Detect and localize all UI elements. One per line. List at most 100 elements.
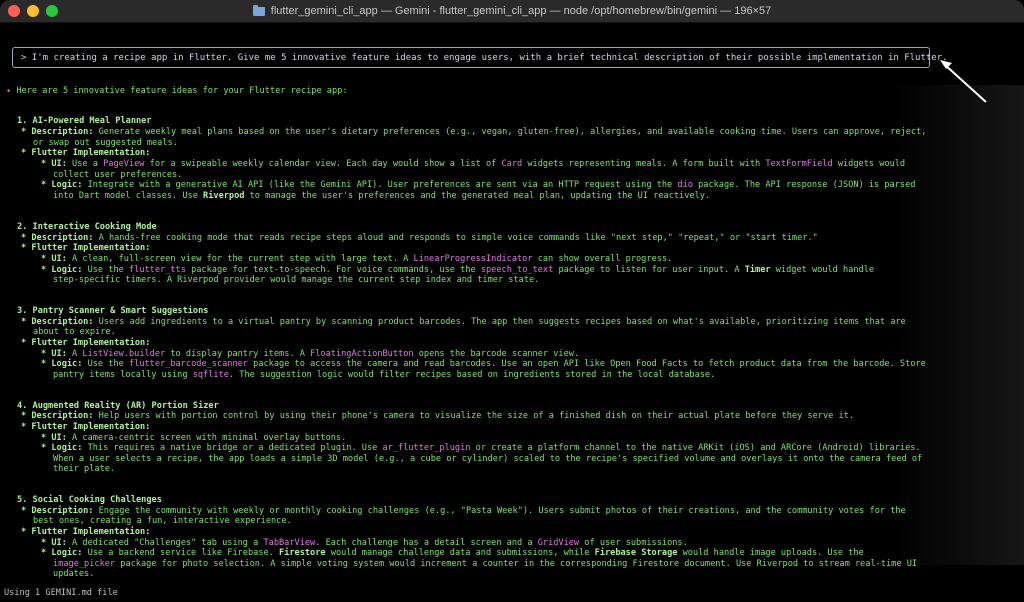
text-span: A dedicated "Challenges" tab using a: [66, 538, 264, 548]
text-span: to display pantry items. A: [165, 349, 311, 359]
logic-label: * Logic:: [41, 548, 83, 558]
folder-icon: [252, 4, 265, 16]
text-span: widgets representing meals. A form built…: [522, 159, 766, 169]
code-span: LinearProgressIndicator: [413, 254, 533, 264]
code-span: PageView: [103, 159, 145, 169]
bold-span: Riverpod: [203, 191, 245, 201]
logic-line: * Logic: This requires a native bridge o…: [41, 443, 921, 453]
code-span: sqflite: [192, 370, 229, 380]
text-span: or create a platform channel to the nati…: [470, 443, 921, 453]
title-bar: flutter_gemini_cli_app — Gemini - flutte…: [0, 0, 1024, 23]
feature-title: 4. Augmented Reality (AR) Portion Sizer: [17, 401, 219, 411]
window-title: flutter_gemini_cli_app — Gemini - flutte…: [270, 5, 772, 17]
text-span: A clean, full-screen view for the curren…: [66, 254, 414, 264]
text-span: Integrate with a generative AI API (like…: [82, 180, 678, 190]
feature-description: * Description: Generate weekly meal plan…: [21, 127, 926, 137]
description-text: Generate weekly meal plans based on the …: [93, 127, 927, 137]
code-span: speech_to_text: [480, 265, 554, 275]
text-span: Use a backend service like Firebase.: [82, 548, 280, 558]
ui-label: * UI:: [41, 349, 67, 359]
text-span: can show overall progress.: [532, 254, 673, 264]
logic-line-cont: pantry items locally using sqflite. The …: [53, 370, 715, 380]
logic-label: * Logic:: [41, 180, 83, 190]
ui-line: * UI: A ListView.builder to display pant…: [41, 349, 579, 359]
feature-description: * Description: A hands-free cooking mode…: [21, 233, 818, 243]
feature-description: * Description: Users add ingredients to …: [21, 317, 906, 327]
sparkle-icon: ✦: [6, 86, 12, 96]
text-span: A: [66, 349, 83, 359]
code-span: dio: [677, 180, 693, 190]
user-prompt: > I'm creating a recipe app in Flutter. …: [21, 53, 948, 63]
description-label: * Description:: [21, 411, 94, 421]
description-text: Users add ingredients to a virtual pantr…: [93, 317, 906, 327]
logic-label: * Logic:: [41, 265, 83, 275]
description-label: * Description:: [21, 127, 94, 137]
logic-line-cont: their plate.: [53, 464, 116, 474]
feature-title: 5. Social Cooking Challenges: [17, 495, 162, 505]
text-span: A camera-centric screen with minimal ove…: [66, 433, 347, 443]
description-text: Help users with portion control by using…: [93, 411, 854, 421]
implementation-label: * Flutter Implementation:: [21, 148, 151, 158]
logic-label: * Logic:: [41, 359, 83, 369]
text-span: would manage challenge data and submissi…: [325, 548, 595, 558]
code-span: flutter_barcode_scanner: [128, 359, 248, 369]
text-span: of user submissions.: [579, 538, 688, 548]
text-span: widgets would: [832, 159, 906, 169]
bold-span: Firebase Storage: [594, 548, 678, 558]
logic-line-cont: into Dart model classes. Use Riverpod to…: [53, 191, 710, 201]
logic-line: * Logic: Use the flutter_tts package for…: [41, 265, 874, 275]
ui-label: * UI:: [41, 254, 67, 264]
logic-line-cont: updates.: [53, 569, 95, 579]
code-span: ListView.builder: [82, 349, 166, 359]
code-span: FloatingActionButton: [310, 349, 414, 359]
text-span: package to access the camera and read ba…: [247, 359, 926, 369]
logic-line-cont: step-specific timers. A Riverpod provide…: [53, 275, 540, 285]
text-span: opens the barcode scanner view.: [413, 349, 580, 359]
code-span: ar_flutter_plugin: [382, 443, 471, 453]
feature-title: 2. Interactive Cooking Mode: [17, 222, 157, 232]
description-label: * Description:: [21, 506, 94, 516]
ui-line: * UI: A dedicated "Challenges" tab using…: [41, 538, 688, 548]
ui-line-cont: collect user preferences.: [53, 170, 183, 180]
code-span: TextFormField: [765, 159, 833, 169]
ui-label: * UI:: [41, 159, 67, 169]
code-span: GridView: [537, 538, 580, 548]
implementation-label: * Flutter Implementation:: [21, 422, 151, 432]
feature-description: * Description: Engage the community with…: [21, 506, 906, 516]
text-span: . Each challenge has a detail screen and…: [315, 538, 538, 548]
logic-label: * Logic:: [41, 443, 83, 453]
logic-line-cont: image_picker package for photo selection…: [53, 559, 917, 569]
ui-label: * UI:: [41, 538, 67, 548]
implementation-label: * Flutter Implementation:: [21, 243, 151, 253]
text-span: Use the: [82, 265, 129, 275]
logic-line: * Logic: Use the flutter_barcode_scanner…: [41, 359, 926, 369]
description-text: A hands-free cooking mode that reads rec…: [93, 233, 818, 243]
code-span: Card: [501, 159, 523, 169]
code-span: image_picker: [53, 559, 116, 569]
text-span: pantry items locally using: [53, 370, 193, 380]
background-window-fade: [890, 85, 1024, 565]
feature-title: 1. AI-Powered Meal Planner: [17, 116, 152, 126]
ui-line: * UI: A camera-centric screen with minim…: [41, 433, 346, 443]
feature-description-cont: best ones, creating a fun, interactive e…: [33, 516, 292, 526]
text-span: package for photo selection. A simple vo…: [115, 559, 918, 569]
text-span: into Dart model classes. Use: [53, 191, 204, 201]
ui-label: * UI:: [41, 433, 67, 443]
terminal-window: flutter_gemini_cli_app — Gemini - flutte…: [0, 0, 1024, 602]
logic-line: * Logic: Use a backend service like Fire…: [41, 548, 864, 558]
response-intro: Here are 5 innovative feature ideas for …: [16, 86, 348, 96]
description-label: * Description:: [21, 317, 94, 327]
text-span: for a swipeable weekly calendar view. Ea…: [144, 159, 502, 169]
text-span: Use a: [66, 159, 104, 169]
text-span: would handle image uploads. Use the: [677, 548, 864, 558]
description-label: * Description:: [21, 233, 94, 243]
feature-description-cont: or swap out suggested meals.: [33, 138, 178, 148]
text-span: package for text-to-speech. For voice co…: [185, 265, 481, 275]
text-span: package. The API response (JSON) is pars…: [692, 180, 916, 190]
description-text: Engage the community with weekly or mont…: [93, 506, 906, 516]
implementation-label: * Flutter Implementation:: [21, 338, 151, 348]
text-span: Use the: [82, 359, 129, 369]
logic-line-cont: When a user selects a recipe, the app lo…: [53, 454, 923, 464]
response-intro-line: ✦ Here are 5 innovative feature ideas fo…: [6, 86, 348, 96]
text-span: widget would handle: [770, 265, 875, 275]
